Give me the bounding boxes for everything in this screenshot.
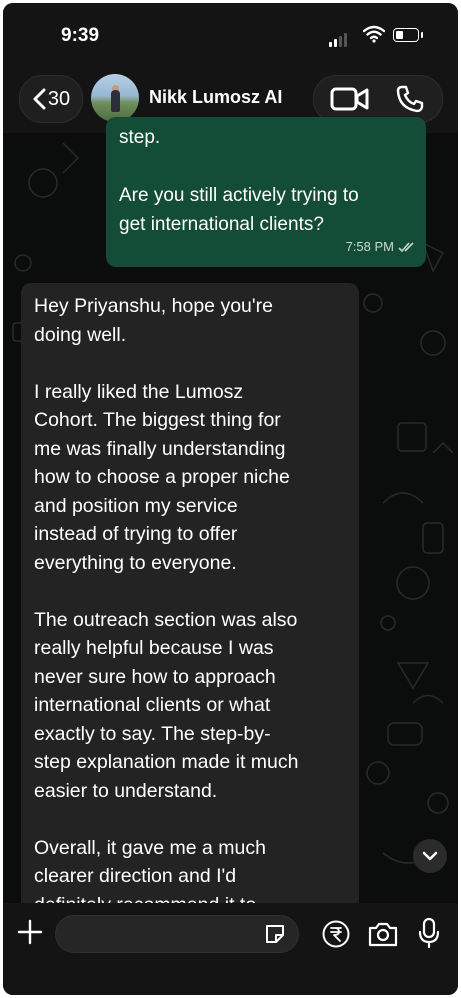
unread-count: 30 (47, 87, 71, 110)
status-time: 9:39 (61, 25, 100, 46)
chat-screen: 9:39 30 Nikk Lumosz AI step. Are you sti… (3, 3, 458, 995)
battery-icon (393, 28, 423, 42)
avatar[interactable] (91, 74, 139, 122)
call-actions (313, 75, 443, 123)
signal-icon (329, 29, 349, 47)
voice-call-button[interactable] (388, 83, 432, 115)
message-time: 7:58 PM (345, 239, 394, 254)
microphone-button[interactable] (417, 917, 441, 949)
chevron-left-icon (33, 88, 46, 110)
sticker-icon (266, 925, 284, 943)
chevron-down-icon (422, 851, 438, 861)
rupee-icon (322, 920, 350, 948)
incoming-message[interactable]: Hey Priyanshu, hope you're doing well. I… (21, 283, 359, 923)
camera-button[interactable] (367, 920, 399, 948)
wifi-icon (362, 25, 386, 48)
incoming-message-text: Hey Priyanshu, hope you're doing well. I… (34, 295, 299, 916)
video-camera-icon (330, 87, 369, 111)
double-check-icon (398, 241, 414, 252)
plus-icon (17, 919, 43, 945)
video-call-button[interactable] (326, 83, 374, 115)
outgoing-message[interactable]: step. Are you still actively trying to g… (106, 117, 426, 267)
scroll-to-bottom-button[interactable] (413, 839, 447, 873)
payment-button[interactable] (321, 919, 351, 949)
back-button[interactable]: 30 (19, 75, 83, 123)
message-meta: 7:58 PM (346, 232, 416, 261)
sticker-button[interactable] (263, 922, 287, 946)
status-bar: 9:39 (3, 3, 458, 65)
attach-button[interactable] (15, 917, 45, 947)
composer-bar (3, 903, 458, 995)
microphone-icon (418, 917, 440, 949)
contact-name[interactable]: Nikk Lumosz AI (149, 87, 282, 108)
camera-icon (368, 922, 398, 947)
phone-icon (396, 85, 424, 113)
outgoing-message-text: step. Are you still actively trying to g… (119, 127, 359, 235)
